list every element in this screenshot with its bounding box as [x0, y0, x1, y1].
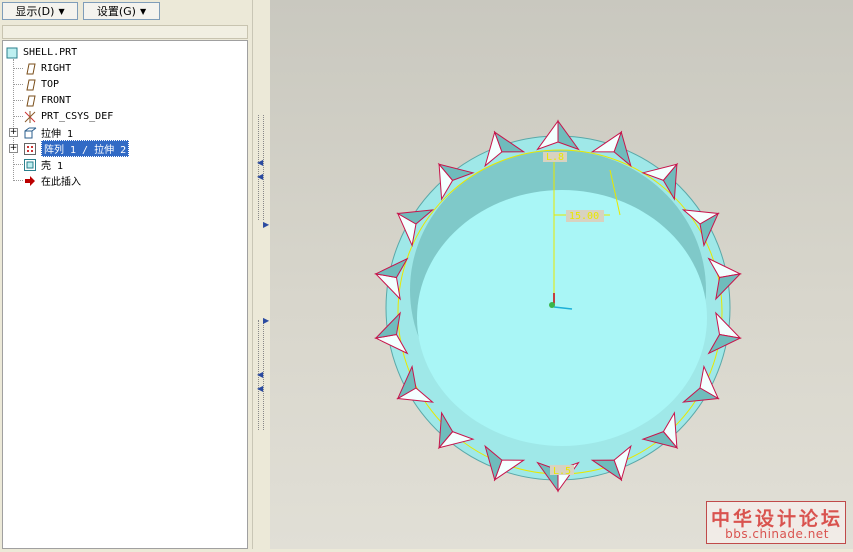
expand-right-icon[interactable]: ▶ — [263, 316, 269, 325]
tree-connector — [13, 59, 14, 181]
shell-inner-floor — [417, 190, 707, 446]
chevron-down-icon: ▼ — [139, 6, 147, 16]
datum-plane-icon — [23, 79, 37, 91]
tree-item-label: 阵列 1 / 拉伸 2 — [41, 140, 130, 157]
tree-item-label: RIGHT — [41, 63, 72, 74]
csys-icon — [23, 110, 37, 123]
display-menu-label: 显示(D) — [15, 5, 55, 18]
splitter-grip[interactable] — [258, 115, 264, 220]
tree-connector — [13, 84, 23, 85]
display-menu-button[interactable]: 显示(D) ▼ — [2, 2, 78, 20]
expand-toggle[interactable]: + — [9, 144, 18, 153]
shell-model[interactable]: L.8 15.00 L.5 — [270, 0, 853, 549]
tree-item-label: 在此插入 — [41, 177, 81, 188]
dimension-top-label[interactable]: L.8 — [546, 152, 564, 163]
tree-item-front[interactable]: FRONT — [23, 93, 71, 108]
tree-item-insert-here[interactable]: 在此插入 — [23, 173, 81, 188]
dimension-bottom-label[interactable]: L.5 — [553, 466, 571, 477]
tree-item-right[interactable]: RIGHT — [23, 61, 71, 76]
panel-splitter[interactable]: ◀ ◀ ▶ ▶ ◀ ◀ — [252, 0, 270, 549]
tree-item-pattern-1[interactable]: 阵列 1 / 拉伸 2 — [23, 140, 130, 157]
tree-item-extrude-1[interactable]: 拉伸 1 — [23, 125, 73, 140]
tree-item-top[interactable]: TOP — [23, 77, 59, 92]
model-tree-toolbar: 显示(D) ▼ 设置(G) ▼ — [0, 0, 252, 24]
extrude-icon — [23, 127, 37, 139]
watermark-url: bbs.chinade.net — [725, 527, 829, 541]
tree-item-label: FRONT — [41, 95, 72, 106]
tree-item-label: 壳 1 — [41, 161, 64, 172]
collapse-left-icon[interactable]: ◀ — [257, 370, 263, 379]
tree-connector — [13, 116, 23, 117]
collapse-left-icon[interactable]: ◀ — [257, 158, 263, 167]
pattern-icon — [23, 142, 37, 155]
chevron-down-icon: ▼ — [58, 6, 65, 16]
tree-item-csys[interactable]: PRT_CSYS_DEF — [23, 109, 113, 124]
settings-menu-button[interactable]: 设置(G) ▼ — [83, 2, 160, 20]
model-tree[interactable]: SHELL.PRT RIGHT TOP FRONT PRT_CSYS_DEF +… — [2, 40, 248, 549]
tree-item-label: PRT_CSYS_DEF — [41, 111, 114, 122]
tree-connector — [13, 180, 23, 181]
dimension-angle-label[interactable]: 15.00 — [569, 211, 599, 222]
part-icon — [5, 47, 19, 59]
expand-toggle[interactable]: + — [9, 128, 18, 137]
tree-filter-bar — [2, 25, 248, 39]
tree-connector — [13, 68, 23, 69]
tree-item-shell-1[interactable]: 壳 1 — [23, 157, 63, 172]
graphics-viewport[interactable]: L.8 15.00 L.5 — [270, 0, 853, 549]
tree-root-label: SHELL.PRT — [23, 47, 78, 58]
tree-item-label: 拉伸 1 — [41, 129, 74, 140]
watermark: 中华设计论坛 bbs.chinade.net — [706, 501, 846, 544]
model-tree-panel: 显示(D) ▼ 设置(G) ▼ SHELL.PRT RIGHT TOP FRON… — [0, 0, 252, 549]
tree-item-label: TOP — [41, 79, 60, 90]
collapse-left-icon[interactable]: ◀ — [257, 384, 263, 393]
datum-plane-icon — [23, 95, 37, 107]
insert-arrow-icon — [23, 175, 37, 187]
tree-connector — [13, 164, 23, 165]
collapse-left-icon[interactable]: ◀ — [257, 172, 263, 181]
tree-connector — [13, 100, 23, 101]
expand-right-icon[interactable]: ▶ — [263, 220, 269, 229]
csys-origin-icon — [549, 302, 555, 308]
tree-root[interactable]: SHELL.PRT — [5, 45, 77, 60]
settings-menu-label: 设置(G) — [96, 5, 136, 18]
shell-icon — [23, 158, 37, 171]
datum-plane-icon — [23, 63, 37, 75]
